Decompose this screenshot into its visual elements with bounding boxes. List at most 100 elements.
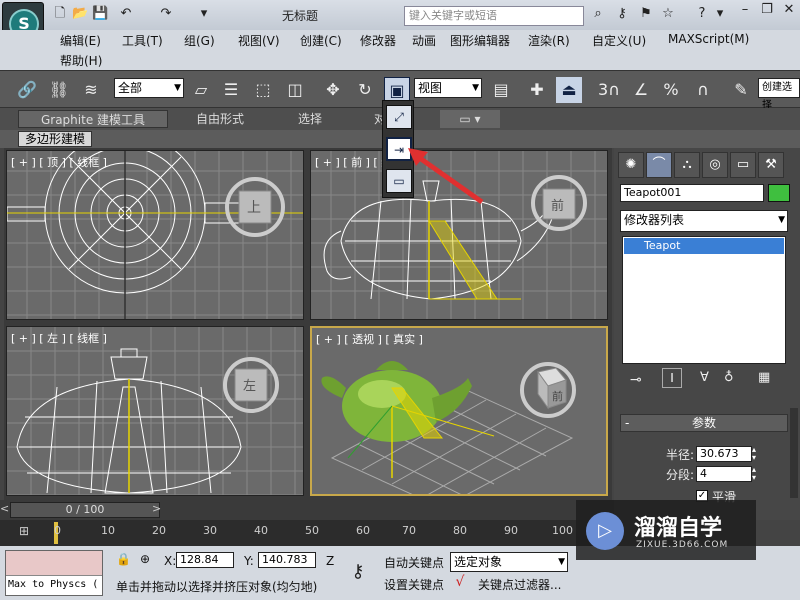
select-and-manipulate-icon[interactable]: ✚	[524, 77, 550, 103]
selection-filter-dropdown[interactable]: 全部 ▼	[114, 78, 184, 98]
binoculars-icon[interactable]: ⌕	[590, 6, 606, 22]
menu-modifiers[interactable]: 修改器	[360, 32, 396, 49]
edit-named-selection-icon[interactable]: ✎	[728, 77, 754, 103]
segments-input[interactable]: 4	[696, 466, 752, 482]
lock-selection-icon[interactable]: 🔒	[116, 552, 131, 566]
motion-tab-icon[interactable]: ◎	[702, 152, 728, 178]
object-name-field[interactable]: Teapot001	[620, 184, 764, 202]
remove-modifier-icon[interactable]: ♁	[724, 370, 734, 385]
quick-access-dropdown-icon[interactable]: ▾	[196, 6, 212, 22]
polygon-modeling-panel[interactable]: 多边形建模	[18, 131, 93, 147]
configure-modifier-sets-icon[interactable]: ▦	[758, 370, 770, 385]
prev-frame-icon[interactable]: <	[0, 502, 9, 515]
tick-label: 40	[254, 524, 268, 537]
utilities-tab-icon[interactable]: ⚒	[758, 152, 784, 178]
x-coordinate-input[interactable]: 128.84	[176, 552, 234, 568]
make-unique-icon[interactable]: ∀	[700, 370, 709, 385]
window-crossing-icon[interactable]: ◫	[282, 77, 308, 103]
viewport-label[interactable]: [ + ] [ 透视 ] [ 真实 ]	[316, 331, 423, 347]
redo-icon[interactable]: ↷	[158, 6, 174, 22]
track-bar[interactable]: ⊞ 0 10 20 30 40 50 60 70 80 90 100	[0, 520, 614, 546]
favorites-star-icon[interactable]: ☆	[660, 6, 676, 22]
time-slider[interactable]: 0 / 100	[10, 502, 160, 518]
menu-graph-editors[interactable]: 图形编辑器	[450, 32, 510, 49]
minimize-button[interactable]: –	[734, 0, 756, 22]
next-frame-icon[interactable]: >	[152, 502, 161, 515]
menu-views[interactable]: 视图(V)	[238, 32, 280, 49]
maxscript-input[interactable]: Max to Physcs (	[6, 575, 102, 595]
select-by-name-icon[interactable]: ☰	[218, 77, 244, 103]
menu-customize[interactable]: 自定义(U)	[592, 32, 646, 49]
panel-scrollbar[interactable]	[790, 408, 798, 498]
create-tab-icon[interactable]: ✺	[618, 152, 644, 178]
menu-rendering[interactable]: 渲染(R)	[528, 32, 570, 49]
spinner-snap-icon[interactable]: ∩	[690, 77, 716, 103]
viewport-perspective[interactable]: 前 [ + ] [ 透视 ] [ 真实 ]	[310, 326, 608, 496]
reference-coord-dropdown[interactable]: 视图 ▼	[414, 78, 482, 98]
select-object-icon[interactable]: ▱	[188, 77, 214, 103]
menu-edit[interactable]: 编辑(E)	[60, 32, 101, 49]
select-and-rotate-icon[interactable]: ↻	[352, 77, 378, 103]
absolute-mode-icon[interactable]: ⊕	[140, 552, 150, 566]
snaps-toggle-icon[interactable]: 3∩	[596, 77, 622, 103]
uniform-scale-icon[interactable]: ⤢	[386, 105, 412, 129]
display-tab-icon[interactable]: ▭	[730, 152, 756, 178]
set-key-mode-icon[interactable]: ⚷	[342, 554, 374, 592]
bind-space-warp-icon[interactable]: ≋	[78, 77, 104, 103]
viewport-left[interactable]: 左 [ + ] [ 左 ] [ 线框 ]	[6, 326, 304, 496]
segments-spinner-icon[interactable]: ▴ ▾	[752, 466, 762, 482]
maximize-button[interactable]: ❐	[756, 0, 778, 22]
parameters-rollout-header[interactable]: - 参数	[620, 414, 788, 432]
key-filters-button[interactable]: 关键点过滤器...	[478, 576, 561, 593]
save-icon[interactable]: 💾	[92, 6, 108, 22]
radius-input[interactable]: 30.673	[696, 446, 752, 462]
search-input[interactable]: 键入关键字或短语	[404, 6, 584, 26]
ribbon-options-button[interactable]: ▭ ▾	[440, 110, 500, 128]
keyboard-shortcut-override-icon[interactable]: ⏏	[556, 77, 582, 103]
new-file-icon[interactable]: 🗋	[52, 6, 68, 22]
set-key-button[interactable]: 设置关键点	[384, 576, 444, 593]
mini-curve-editor-icon[interactable]: ⊞	[14, 524, 34, 542]
modify-tab-icon[interactable]: ⌒	[646, 152, 672, 178]
key-icon[interactable]: ⚷	[614, 6, 630, 22]
menu-group[interactable]: 组(G)	[184, 32, 215, 49]
maxscript-listener[interactable]: Max to Physcs (	[5, 550, 103, 596]
viewport-label[interactable]: [ + ] [ 左 ] [ 线框 ]	[11, 330, 107, 346]
tab-selection[interactable]: 选择	[272, 110, 348, 128]
help-icon[interactable]: ?	[694, 6, 710, 22]
angle-snap-icon[interactable]: ∠	[628, 77, 654, 103]
tab-graphite-modeling[interactable]: Graphite 建模工具	[18, 110, 168, 128]
modifier-list-dropdown[interactable]: 修改器列表 ▼	[620, 210, 788, 232]
show-end-result-icon[interactable]: Ι	[662, 368, 682, 388]
unlink-icon[interactable]: ⛓	[46, 77, 72, 103]
menu-animation[interactable]: 动画	[412, 32, 436, 49]
modifier-stack[interactable]: Teapot	[622, 236, 786, 364]
stack-item-teapot[interactable]: Teapot	[624, 238, 784, 254]
pivot-center-icon[interactable]: ▤	[488, 77, 514, 103]
undo-icon[interactable]: ↶	[118, 6, 134, 22]
open-file-icon[interactable]: 📂	[72, 6, 88, 22]
close-button[interactable]: ✕	[778, 0, 800, 22]
named-selection-set[interactable]: 创建选择	[758, 78, 800, 111]
radius-spinner-icon[interactable]: ▴ ▾	[752, 446, 762, 462]
subscription-icon[interactable]: ⚑	[638, 6, 654, 22]
hierarchy-tab-icon[interactable]: ⛬	[674, 152, 700, 178]
menu-maxscript[interactable]: MAXScript(M)	[668, 32, 749, 46]
percent-snap-icon[interactable]: %	[658, 77, 684, 103]
auto-key-button[interactable]: 自动关键点	[384, 554, 444, 571]
tab-freeform[interactable]: 自由形式	[170, 110, 270, 128]
help-dropdown-icon[interactable]: ▾	[712, 6, 728, 22]
menu-create[interactable]: 创建(C)	[300, 32, 342, 49]
select-and-link-icon[interactable]: 🔗	[14, 77, 40, 103]
menu-help[interactable]: 帮助(H)	[60, 52, 102, 69]
menu-tools[interactable]: 工具(T)	[122, 32, 163, 49]
viewport-label[interactable]: [ + ] [ 顶 ] [ 线框 ]	[11, 154, 107, 170]
rectangular-selection-icon[interactable]: ⬚	[250, 77, 276, 103]
select-and-move-icon[interactable]: ✥	[320, 77, 346, 103]
viewport-top[interactable]: 上 [ + ] [ 顶 ] [ 线框 ]	[6, 150, 304, 320]
y-coordinate-input[interactable]: 140.783	[258, 552, 316, 568]
pin-stack-icon[interactable]: ⊸	[630, 372, 642, 388]
key-target-dropdown[interactable]: 选定对象 ▼	[450, 552, 568, 572]
key-curve-icon[interactable]: √	[450, 574, 470, 594]
object-color-swatch[interactable]	[768, 184, 790, 202]
